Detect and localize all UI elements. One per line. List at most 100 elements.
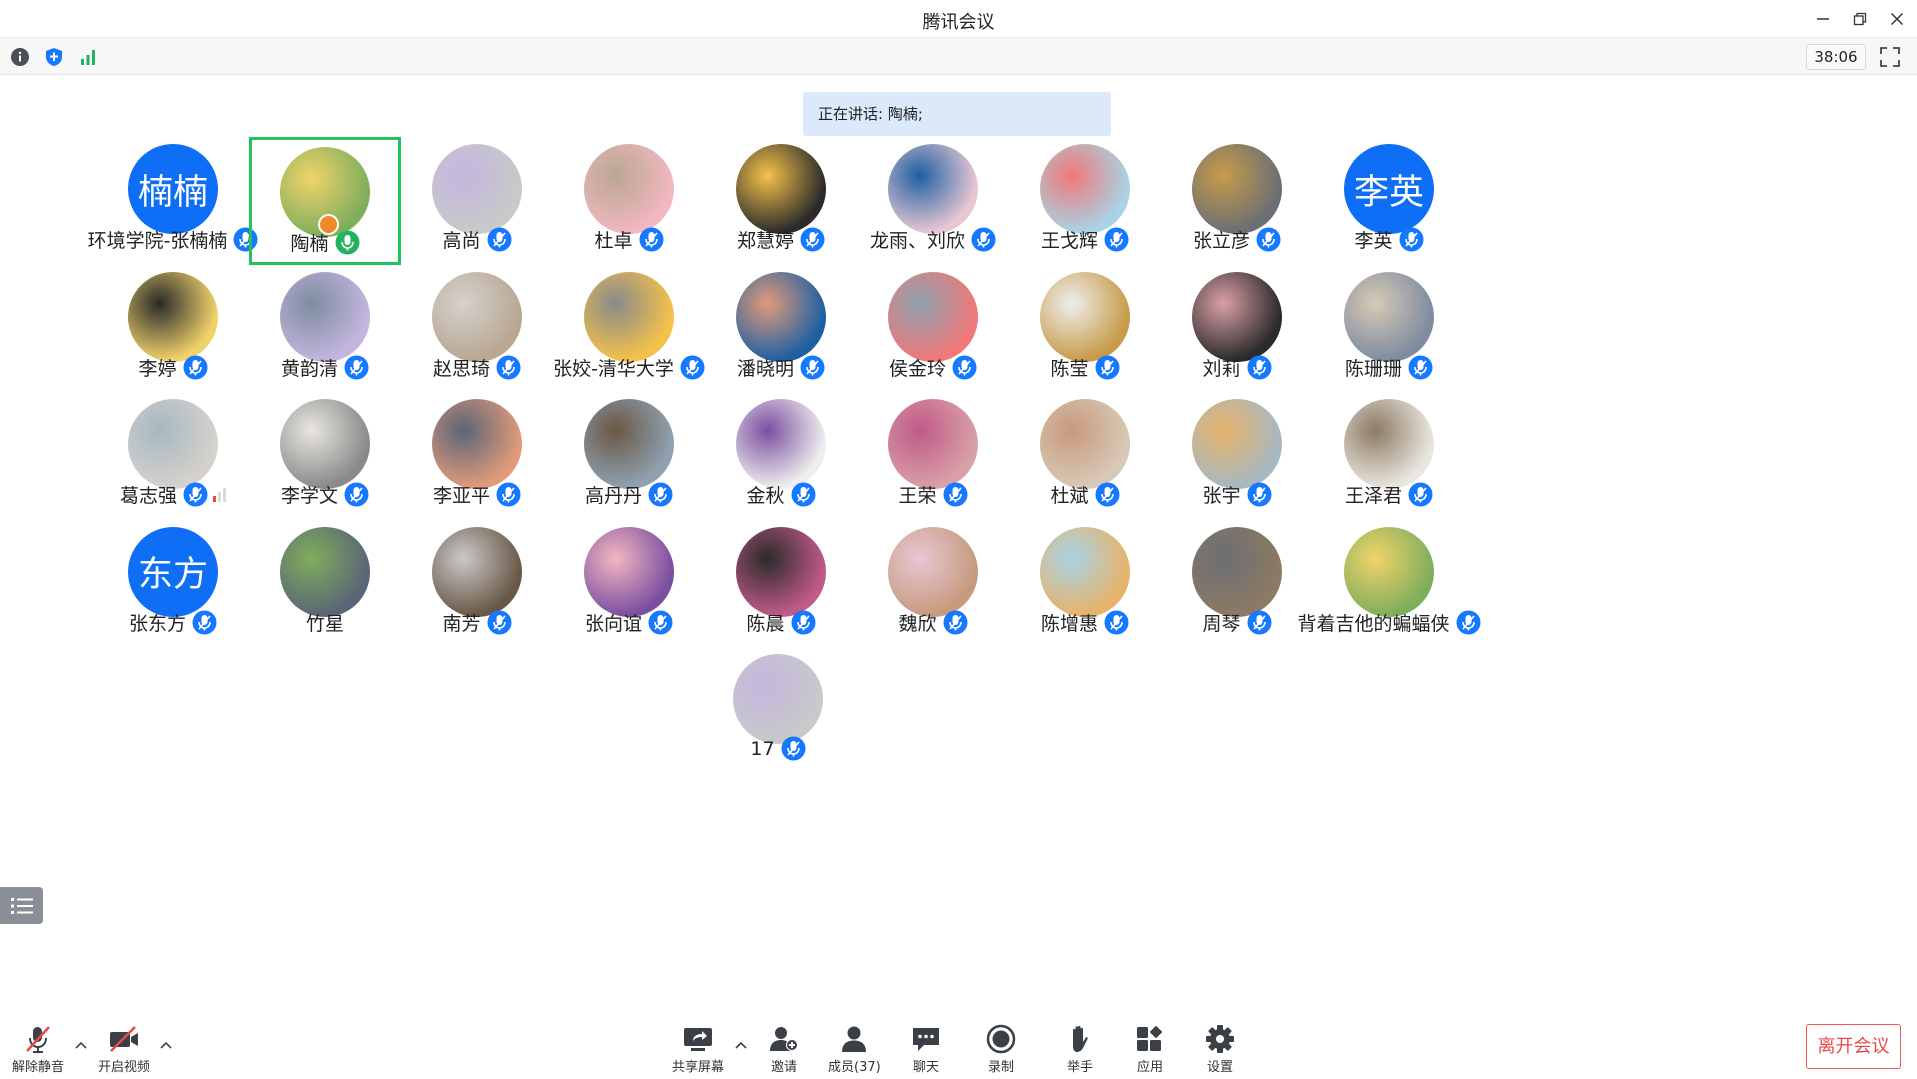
audio-options-chevron[interactable] [74, 1038, 88, 1052]
avatar [280, 526, 370, 617]
participant-list-toggle[interactable] [0, 887, 43, 924]
participant-name: 陈增惠 [1040, 612, 1098, 635]
avatar [1040, 526, 1130, 617]
microphone-muted-icon [1408, 355, 1433, 380]
raise-hand-icon [1073, 1025, 1088, 1052]
apps-button[interactable]: 应用 [1134, 1024, 1166, 1075]
microphone-muted-icon [1256, 227, 1281, 252]
microphone-muted-icon [1247, 355, 1272, 380]
avatar [280, 399, 370, 489]
participant-name: 郑慧婷 [736, 230, 794, 252]
unmute-button[interactable]: 解除静音 [12, 1024, 64, 1075]
microphone-muted-icon [344, 355, 369, 380]
share-screen-icon [684, 1028, 712, 1051]
record-button[interactable]: 录制 [985, 1024, 1017, 1075]
avatar [888, 271, 978, 362]
record-label: 录制 [987, 1060, 1014, 1075]
avatar [888, 144, 978, 234]
participant-tile[interactable]: 李英 李英 [1313, 144, 1465, 264]
avatar [1192, 526, 1282, 617]
microphone-muted-icon [1095, 355, 1120, 380]
members-button[interactable]: 成员(37) [828, 1024, 881, 1075]
chat-label: 聊天 [912, 1060, 939, 1075]
microphone-muted-icon [183, 482, 208, 507]
settings-button[interactable]: 设置 [1204, 1024, 1236, 1075]
avatar [736, 399, 826, 489]
microphone-muted-icon [183, 355, 208, 380]
participant-name: 背着吉他的蝙蝠侠 [1297, 612, 1450, 635]
avatar: 东方 [128, 526, 218, 617]
invite-button[interactable]: 邀请 [768, 1024, 800, 1075]
participant-name: 竹星 [305, 612, 344, 635]
active-speaker-banner: 正在讲话: 陶楠; [803, 92, 1111, 136]
avatar [128, 271, 218, 362]
participant-name-line: 17 [672, 736, 884, 761]
title-bar: 腾讯会议 [0, 0, 1917, 37]
microphone-muted-icon [1456, 610, 1481, 635]
participant-name: 周琴 [1202, 612, 1241, 635]
microphone-muted-icon [1104, 227, 1129, 252]
microphone-muted-icon [496, 355, 521, 380]
microphone-muted-icon [791, 482, 816, 507]
participant-name: 南芳 [442, 612, 481, 635]
microphone-muted-icon [192, 610, 217, 635]
start-video-button[interactable]: 开启视频 [98, 1024, 150, 1075]
participant-name: 张宇 [1202, 485, 1241, 507]
participant-name: 王戈辉 [1040, 230, 1098, 252]
leave-meeting-button[interactable]: 离开会议 [1806, 1024, 1901, 1069]
share-screen-button[interactable]: 共享屏幕 [672, 1024, 724, 1075]
restore-icon [1853, 12, 1867, 26]
signal-bars-icon [81, 50, 95, 65]
microphone-active-icon [335, 230, 360, 255]
chat-bubble-icon [913, 1028, 939, 1051]
participant-tile[interactable]: 王泽君 [1313, 399, 1465, 519]
gear-icon [1206, 1025, 1234, 1053]
microphone-muted-icon [1247, 482, 1272, 507]
participant-tile[interactable]: 17 [702, 654, 854, 774]
unmute-label: 解除静音 [12, 1060, 65, 1075]
minimize-button[interactable] [1810, 6, 1836, 32]
participant-name: 侯金玲 [888, 357, 946, 380]
add-user-icon [770, 1027, 798, 1051]
participant-name: 张姣-清华大学 [553, 357, 674, 380]
participant-name-line: 陈珊珊 [1283, 354, 1495, 381]
avatar [432, 144, 522, 234]
participant-name: 李婷 [138, 357, 177, 380]
participant-name: 龙雨、刘欣 [869, 230, 965, 252]
restore-button[interactable] [1847, 6, 1873, 32]
meeting-info-bar: 38:06 [0, 37, 1917, 75]
microphone-muted-icon [1247, 610, 1272, 635]
avatar [1344, 526, 1434, 617]
microphone-muted-icon [648, 482, 673, 507]
participant-tile[interactable]: 陈珊珊 [1313, 271, 1465, 392]
participant-name: 李学文 [280, 485, 338, 507]
microphone-muted-icon [648, 610, 673, 635]
participant-name: 王荣 [898, 485, 937, 507]
avatar [888, 526, 978, 617]
chat-button[interactable]: 聊天 [910, 1024, 942, 1075]
avatar [128, 399, 218, 489]
minimize-icon [1817, 18, 1829, 20]
share-options-chevron[interactable] [734, 1038, 748, 1052]
apps-label: 应用 [1136, 1060, 1163, 1075]
meeting-info-button[interactable] [8, 45, 32, 69]
avatar [584, 526, 674, 617]
raise-hand-button[interactable]: 举手 [1064, 1024, 1096, 1075]
avatar [736, 144, 826, 234]
microphone-muted-icon [791, 610, 816, 635]
fullscreen-button[interactable] [1878, 45, 1902, 69]
participant-name: 葛志强 [119, 485, 177, 507]
avatar [1192, 399, 1282, 489]
video-options-chevron[interactable] [159, 1038, 173, 1052]
participant-tile[interactable]: 背着吉他的蝙蝠侠 [1297, 526, 1480, 647]
network-quality-button[interactable] [76, 45, 100, 69]
participant-name: 赵思琦 [432, 357, 490, 380]
avatar [1040, 144, 1130, 234]
security-button[interactable] [42, 45, 66, 69]
avatar [736, 271, 826, 362]
close-button[interactable] [1884, 6, 1910, 32]
participant-name: 17 [750, 737, 775, 760]
microphone-muted-icon [1095, 482, 1120, 507]
participant-name: 杜卓 [594, 230, 633, 252]
settings-label: 设置 [1206, 1060, 1233, 1075]
